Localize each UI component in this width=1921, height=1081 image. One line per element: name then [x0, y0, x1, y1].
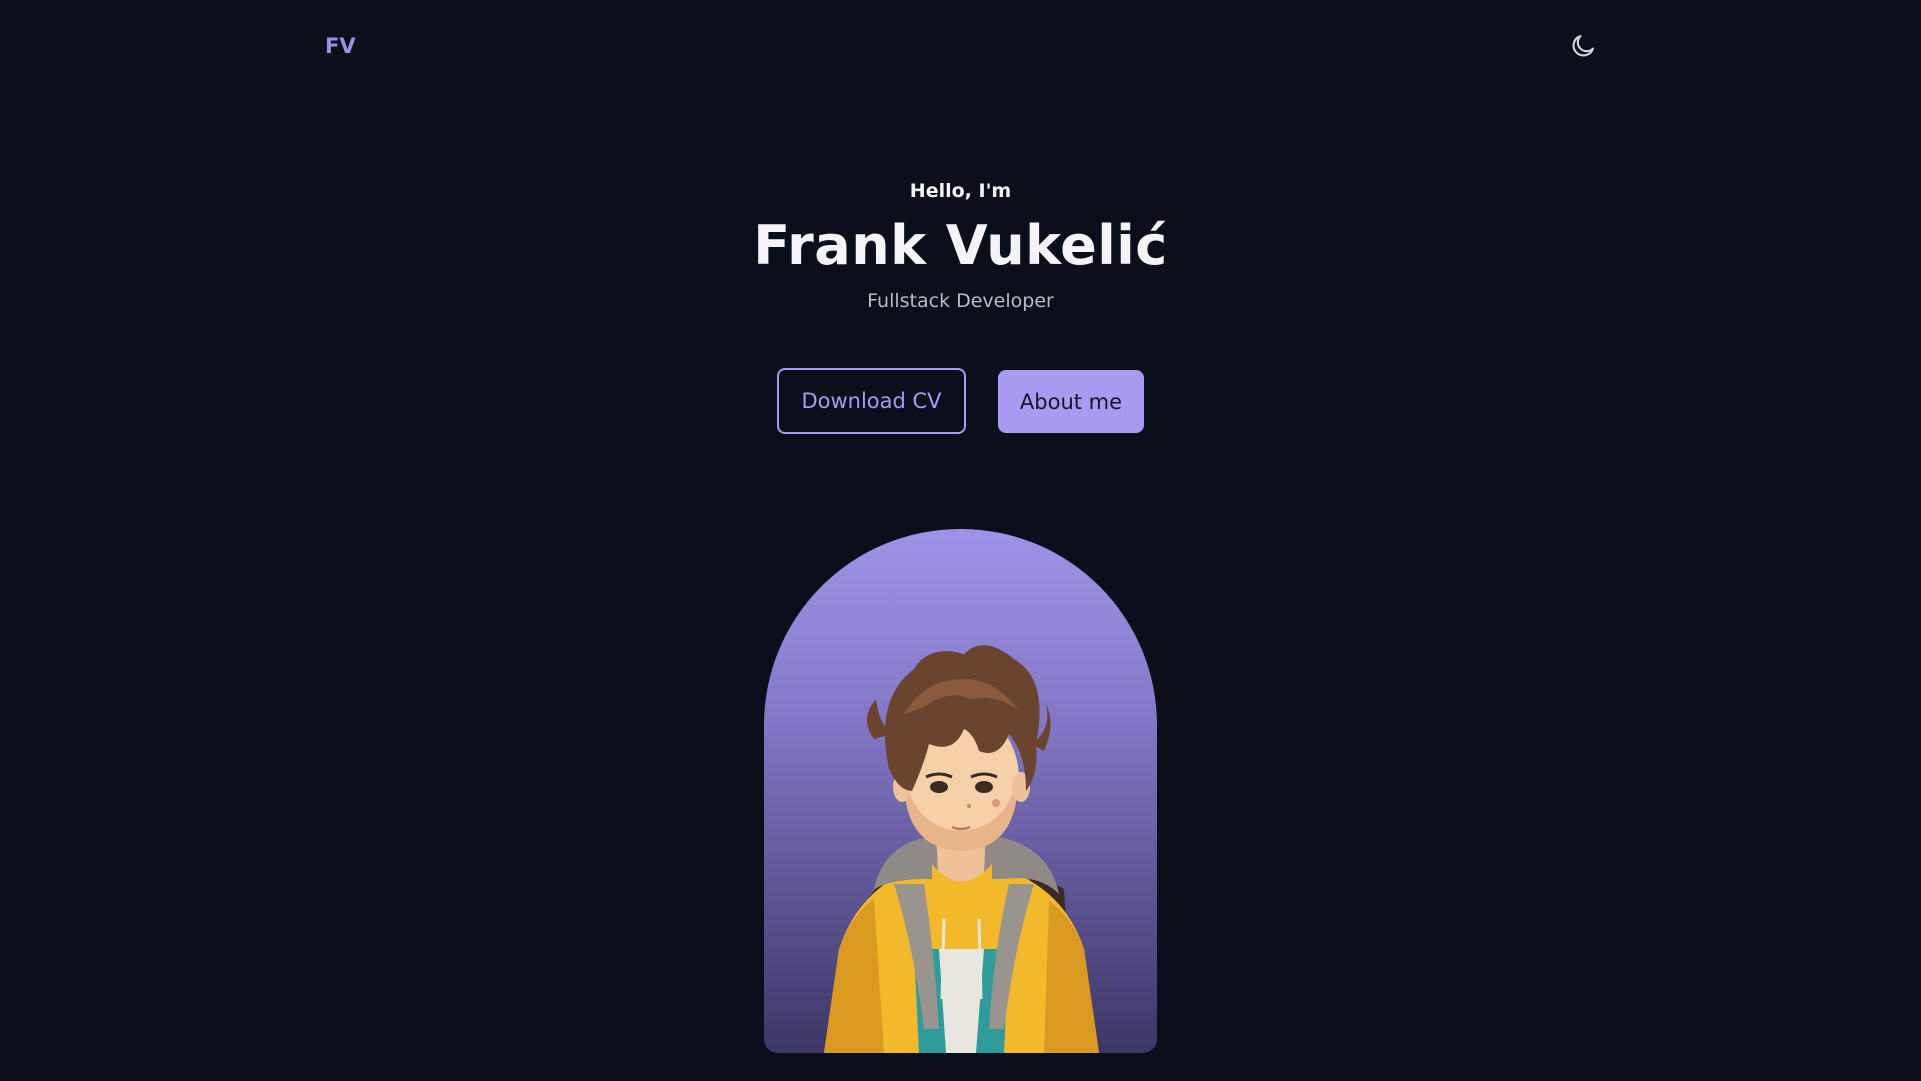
site-logo[interactable]: FV: [325, 34, 356, 58]
download-cv-button[interactable]: Download CV: [777, 368, 966, 434]
hero-name: Frank Vukelić: [753, 214, 1168, 277]
hero-role: Fullstack Developer: [867, 290, 1054, 312]
page: FV Hello, I'm Frank Vukelić Fullstack De…: [0, 0, 1921, 1081]
moon-icon: [1572, 35, 1594, 57]
portrait-frame: [764, 529, 1157, 1053]
theme-toggle-button[interactable]: [1569, 32, 1597, 60]
about-me-button[interactable]: About me: [998, 370, 1144, 433]
greeting-text: Hello, I'm: [909, 180, 1012, 202]
avatar-illustration: [824, 645, 1099, 1053]
